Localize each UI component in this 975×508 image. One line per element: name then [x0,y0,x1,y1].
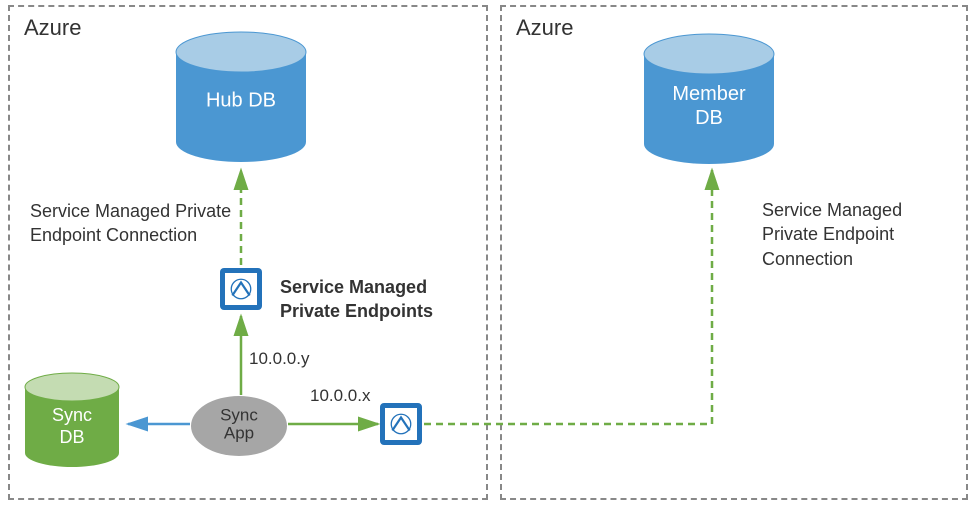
right-endpoint-label: Service Managed Private Endpoint Connect… [762,198,962,271]
ip-y-label: 10.0.0.y [249,348,310,371]
sync-db-label: Sync DB [22,405,122,448]
hub-db-label: Hub DB [172,89,310,113]
left-endpoint-label: Service Managed Private Endpoint Connect… [30,199,240,248]
member-db: Member DB [640,30,778,168]
private-endpoint-icon-right [380,403,422,445]
private-endpoint-icon-top [220,268,262,310]
ip-x-label: 10.0.0.x [310,385,371,408]
member-db-label: Member DB [640,82,778,130]
sync-db: Sync DB [22,370,122,470]
sync-app: Sync App [190,395,288,457]
endpoints-title: Service Managed Private Endpoints [280,275,470,324]
hub-db: Hub DB [172,28,310,166]
sync-app-label: Sync App [190,406,288,443]
